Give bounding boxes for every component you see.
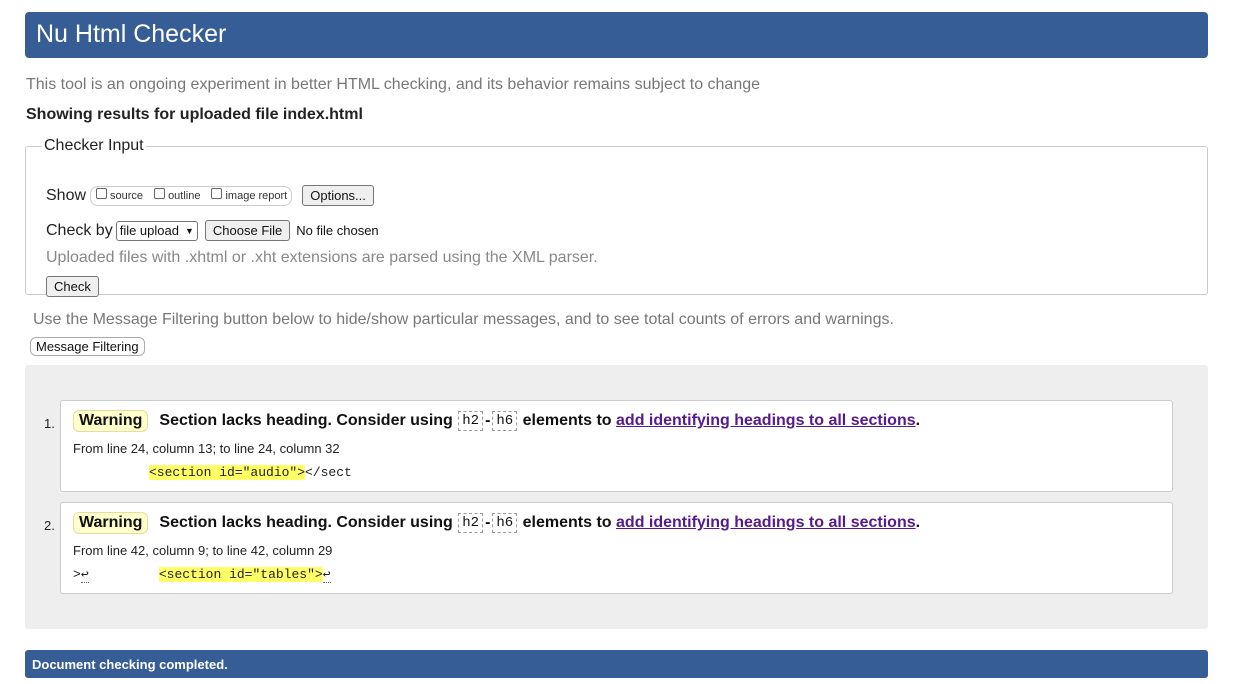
headings-help-link[interactable]: add identifying headings to all sections — [616, 412, 916, 430]
extract-pre: > — [73, 567, 81, 582]
message-text-middle: elements to — [518, 514, 617, 531]
code-range-dash: - — [485, 514, 491, 531]
intro-text: This tool is an ongoing experiment in be… — [26, 76, 761, 93]
code-h6: h6 — [492, 411, 518, 431]
choose-file-button[interactable]: Choose File — [204, 220, 291, 241]
message-item: 1. Warning Section lacks heading. Consid… — [44, 400, 1173, 492]
message-summary: Warning Section lacks heading. Consider … — [73, 410, 920, 432]
code-h6: h6 — [492, 513, 518, 533]
message-location: From line 42, column 9; to line 42, colu… — [73, 543, 333, 558]
headings-help-link[interactable]: add identifying headings to all sections — [616, 514, 916, 532]
code-extract: <section id="audio"></sect — [149, 464, 352, 482]
code-h2: h2 — [458, 513, 484, 533]
show-row: Show source outline image report Options… — [46, 185, 374, 206]
checker-input-fieldset: Checker Input Show source outline image … — [25, 137, 1208, 297]
source-checkbox-label[interactable]: source — [110, 190, 143, 202]
outline-checkbox[interactable] — [154, 188, 166, 199]
message-text-end: . — [915, 514, 921, 531]
check-by-select-value: file upload — [119, 223, 179, 238]
completion-text: Document checking completed. — [32, 657, 228, 672]
results-list: 1. Warning Section lacks heading. Consid… — [25, 365, 1208, 629]
warning-badge: Warning — [73, 512, 149, 534]
message-number: 1. — [44, 416, 55, 431]
chevron-down-icon: ▼ — [184, 225, 194, 236]
image-report-checkbox-label[interactable]: image report — [225, 190, 287, 202]
message-number: 2. — [44, 518, 55, 533]
code-range-dash: - — [485, 412, 491, 429]
no-file-chosen-text: No file chosen — [296, 223, 379, 238]
check-by-select[interactable]: file upload ▼ — [115, 220, 198, 241]
extract-gap — [89, 567, 159, 582]
checker-input-legend: Checker Input — [44, 137, 144, 154]
extract-highlight: <section id="tables"> — [158, 567, 323, 582]
message-text: Section lacks heading. Consider using — [159, 412, 458, 429]
message-filtering-button[interactable]: Message Filtering — [30, 337, 145, 356]
extract-highlight: <section id="audio"> — [149, 465, 306, 480]
page-header: Nu Html Checker — [25, 12, 1208, 58]
xml-parser-note: Uploaded files with .xhtml or .xht exten… — [46, 249, 598, 266]
extract-post: </sect — [305, 465, 352, 480]
check-row: Check — [46, 276, 99, 297]
warning-badge: Warning — [73, 410, 149, 432]
message-text-middle: elements to — [518, 412, 617, 429]
code-h2: h2 — [458, 411, 484, 431]
page-title: Nu Html Checker — [36, 20, 227, 48]
message-text-end: . — [915, 412, 921, 429]
show-options-group: source outline image report — [90, 185, 293, 206]
line-feed-icon: ↩ — [80, 567, 89, 583]
completion-footer: Document checking completed. — [25, 650, 1208, 678]
check-by-label: Check by — [46, 221, 113, 239]
results-for-heading: Showing results for uploaded file index.… — [26, 106, 363, 123]
image-report-checkbox[interactable] — [211, 188, 223, 199]
message-summary: Warning Section lacks heading. Consider … — [73, 512, 920, 534]
code-extract: >↩ <section id="tables">↩ — [73, 566, 331, 584]
show-label: Show — [46, 186, 87, 204]
message-text: Section lacks heading. Consider using — [159, 514, 458, 531]
line-feed-icon: ↩ — [322, 567, 331, 583]
outline-checkbox-label[interactable]: outline — [168, 190, 200, 202]
check-button[interactable]: Check — [46, 276, 99, 297]
check-by-row: Check by file upload ▼ Choose File No fi… — [46, 220, 379, 241]
message-location: From line 24, column 13; to line 24, col… — [73, 441, 340, 456]
message-item: 2. Warning Section lacks heading. Consid… — [44, 502, 1173, 594]
source-checkbox[interactable] — [96, 188, 108, 199]
options-button[interactable]: Options... — [302, 185, 374, 206]
message-filtering-note: Use the Message Filtering button below t… — [33, 311, 894, 328]
